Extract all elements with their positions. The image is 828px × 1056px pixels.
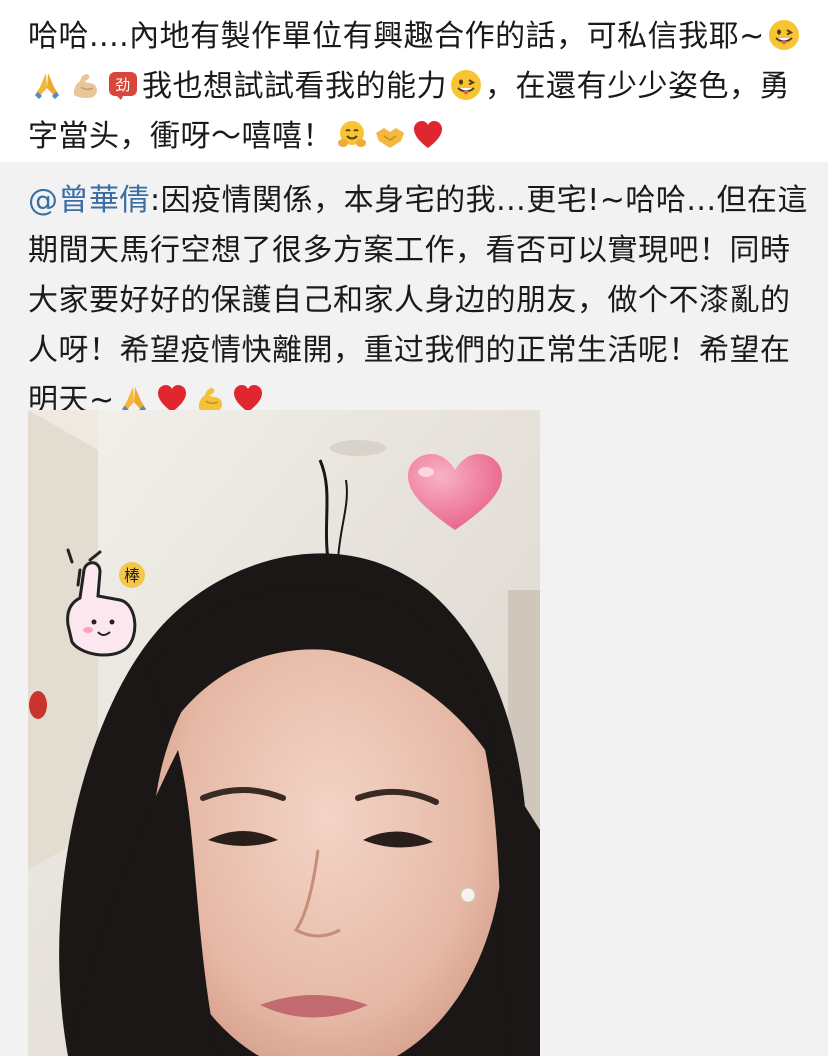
muscle-icon — [69, 69, 101, 101]
repost-card[interactable]: @曾華倩:因疫情関係，本身宅的我...更宅!~哈哈...但在這期間天馬行空想了很… — [0, 162, 828, 1056]
grinning-tongue-icon — [450, 69, 482, 101]
red-heart-icon — [412, 119, 444, 151]
grinning-tongue-icon — [768, 19, 800, 51]
hug-icon — [336, 119, 368, 151]
repost-text: @曾華倩:因疫情関係，本身宅的我...更宅!~哈哈...但在這期間天馬行空想了很… — [28, 176, 808, 426]
mention-link[interactable]: @曾華倩 — [28, 183, 150, 218]
svg-text:劲: 劲 — [115, 76, 131, 94]
post-body: 哈哈....內地有製作單位有興趣合作的話，可私信我耶~ 劲我也想試試看我的能力 ，在… — [0, 0, 828, 162]
repost-photo[interactable]: 棒 — [28, 410, 540, 1056]
pray-icon — [31, 69, 63, 101]
post-text-part2: 我也想試試看我的能力 — [142, 69, 447, 104]
post-text: 哈哈....內地有製作單位有興趣合作的話，可私信我耶~ 劲我也想試試看我的能力 ，在… — [28, 12, 808, 162]
handshake-icon — [374, 119, 406, 151]
sticker-text: 棒 — [124, 566, 140, 585]
post-text-part1: 哈哈....內地有製作單位有興趣合作的話，可私信我耶~ — [28, 19, 765, 54]
jiayou-badge-icon: 劲 — [107, 69, 139, 101]
